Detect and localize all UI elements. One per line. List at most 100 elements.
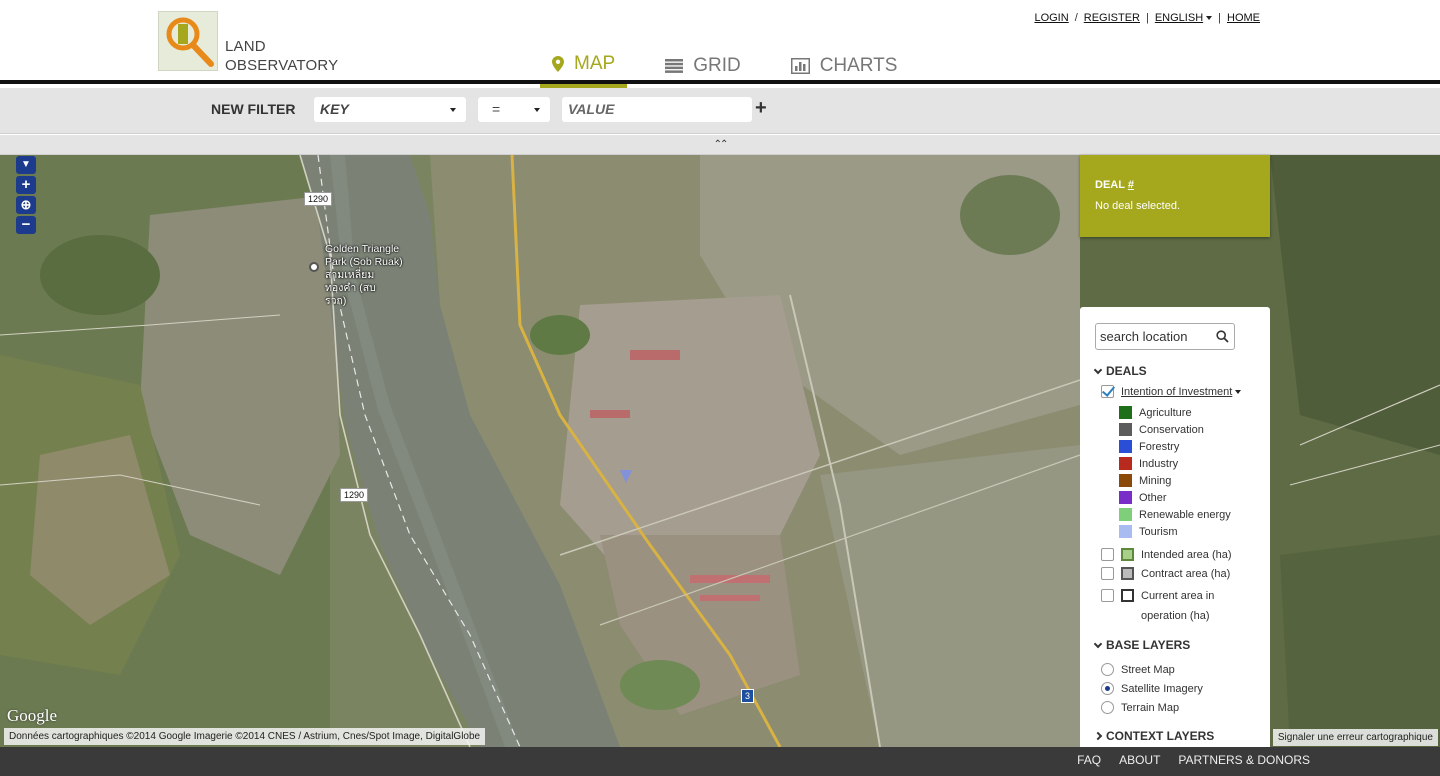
- report-map-error-link[interactable]: Signaler une erreur cartographique: [1272, 729, 1438, 746]
- base-layer-label: Terrain Map: [1121, 701, 1180, 714]
- place-label-thai: สามเหลี่ยม ทองคำ (สบรวก): [325, 269, 376, 307]
- color-swatch: [1119, 406, 1132, 419]
- list-item[interactable]: Street Map: [1101, 660, 1255, 679]
- globe-icon[interactable]: ⊕: [16, 196, 36, 214]
- list-item: Renewable energy: [1119, 506, 1255, 523]
- top-links: LOGIN / REGISTER | ENGLISH | HOME: [1034, 12, 1260, 24]
- category-label: Industry: [1139, 457, 1179, 470]
- filter-operator-select[interactable]: =: [478, 97, 550, 122]
- poi-marker-icon[interactable]: [309, 262, 319, 272]
- color-swatch: [1119, 525, 1132, 538]
- deals-heading: DEALS: [1106, 364, 1147, 378]
- list-item: Mining: [1119, 472, 1255, 489]
- category-label: Mining: [1139, 474, 1172, 487]
- new-filter-label: NEW FILTER: [211, 101, 296, 117]
- zoom-in-button[interactable]: +: [16, 176, 36, 194]
- tab-charts[interactable]: CHARTS: [779, 44, 910, 88]
- base-layers-toggle[interactable]: BASE LAYERS: [1093, 638, 1255, 652]
- search-placeholder: search location: [1100, 329, 1188, 344]
- contract-area-checkbox[interactable]: [1101, 567, 1114, 580]
- language-dropdown[interactable]: ENGLISH: [1154, 12, 1213, 24]
- add-filter-button[interactable]: +: [755, 97, 767, 120]
- search-location-input[interactable]: search location: [1095, 323, 1235, 350]
- logo-icon[interactable]: [158, 11, 218, 71]
- list-icon: [665, 59, 684, 73]
- intention-checkbox[interactable]: [1101, 385, 1114, 398]
- terrain-map-radio[interactable]: [1101, 701, 1114, 714]
- caret-down-icon: [450, 108, 456, 112]
- area-layer-list: Intended area (ha) Contract area (ha) Cu…: [1101, 545, 1255, 626]
- area-swatch: [1121, 567, 1134, 580]
- list-item: Forestry: [1119, 438, 1255, 455]
- intention-layer-row: Intention of Investment: [1101, 385, 1255, 398]
- triangle-down-icon[interactable]: ▼: [16, 156, 36, 174]
- context-layers-toggle[interactable]: CONTEXT LAYERS: [1093, 729, 1255, 743]
- list-item: Current area in operation (ha): [1101, 586, 1255, 626]
- footer: FAQ ABOUT PARTNERS & DONORS: [0, 747, 1440, 776]
- separator: /: [1074, 12, 1078, 24]
- brand-line-2: OBSERVATORY: [225, 57, 339, 74]
- tab-map[interactable]: MAP: [540, 44, 628, 88]
- list-item: Other: [1119, 489, 1255, 506]
- tab-map-label: MAP: [574, 53, 616, 74]
- map-pin-icon: [552, 56, 564, 72]
- base-layer-label: Satellite Imagery: [1121, 682, 1203, 695]
- list-item[interactable]: Terrain Map: [1101, 698, 1255, 717]
- faq-link[interactable]: FAQ: [1077, 753, 1101, 767]
- filter-value-placeholder: VALUE: [568, 101, 615, 117]
- filter-key-select[interactable]: KEY: [314, 97, 466, 122]
- map-attribution: Données cartographiques ©2014 Google Ima…: [4, 728, 486, 745]
- partners-link[interactable]: PARTNERS & DONORS: [1178, 753, 1310, 767]
- category-label: Conservation: [1139, 423, 1204, 436]
- area-swatch: [1121, 548, 1134, 561]
- current-area-checkbox[interactable]: [1101, 589, 1114, 602]
- intention-dropdown[interactable]: Intention of Investment: [1121, 386, 1232, 398]
- chevron-down-icon: [1093, 639, 1103, 648]
- search-icon[interactable]: [1216, 330, 1229, 343]
- deal-status: No deal selected.: [1095, 200, 1180, 212]
- list-item: Intended area (ha): [1101, 545, 1255, 564]
- color-swatch: [1119, 440, 1132, 453]
- legend-panel: search location DEALS Intention of Inves…: [1080, 307, 1270, 747]
- zoom-out-button[interactable]: −: [16, 216, 36, 234]
- deals-section-toggle[interactable]: DEALS: [1093, 364, 1255, 378]
- list-item: Conservation: [1119, 421, 1255, 438]
- collapse-filter-toggle[interactable]: ⌃⌃: [0, 135, 1440, 155]
- brand-name[interactable]: LAND OBSERVATORY: [225, 37, 338, 75]
- tab-grid-label: GRID: [693, 55, 741, 76]
- list-item: Contract area (ha): [1101, 564, 1255, 583]
- tab-grid[interactable]: GRID: [653, 44, 753, 88]
- login-link[interactable]: LOGIN: [1034, 12, 1068, 24]
- category-list: Agriculture Conservation Forestry Indust…: [1095, 404, 1255, 540]
- deal-panel: DEAL # No deal selected.: [1080, 155, 1270, 237]
- base-layer-label: Street Map: [1121, 663, 1175, 676]
- about-link[interactable]: ABOUT: [1119, 753, 1160, 767]
- bar-chart-icon: [790, 58, 810, 74]
- deal-panel-title: DEAL #: [1095, 179, 1255, 191]
- intended-area-checkbox[interactable]: [1101, 548, 1114, 561]
- color-swatch: [1119, 457, 1132, 470]
- road-shield: 3: [741, 689, 755, 703]
- filter-value-input[interactable]: VALUE: [562, 97, 752, 122]
- street-map-radio[interactable]: [1101, 663, 1114, 676]
- satellite-radio[interactable]: [1101, 682, 1114, 695]
- place-label[interactable]: Golden Triangle Park (Sob Ruak): [325, 243, 415, 269]
- language-label: ENGLISH: [1154, 12, 1204, 24]
- filter-bar: NEW FILTER KEY = VALUE: [0, 88, 1440, 134]
- caret-down-icon: [1206, 16, 1213, 21]
- tab-charts-label: CHARTS: [819, 55, 898, 76]
- home-link[interactable]: HOME: [1227, 12, 1260, 24]
- category-label: Other: [1139, 491, 1167, 504]
- deal-number-link[interactable]: #: [1128, 179, 1134, 191]
- register-link[interactable]: REGISTER: [1084, 12, 1140, 24]
- main-nav: MAP GRID CHARTS: [540, 44, 935, 88]
- road-shield: 1290: [340, 488, 369, 502]
- separator: |: [1145, 12, 1149, 24]
- list-item[interactable]: Satellite Imagery: [1101, 679, 1255, 698]
- list-item: Agriculture: [1119, 404, 1255, 421]
- color-swatch: [1119, 423, 1132, 436]
- google-logo[interactable]: Google: [7, 706, 57, 726]
- color-swatch: [1119, 474, 1132, 487]
- area-label: Current area in operation (ha): [1141, 590, 1215, 622]
- caret-down-icon[interactable]: [1235, 389, 1242, 394]
